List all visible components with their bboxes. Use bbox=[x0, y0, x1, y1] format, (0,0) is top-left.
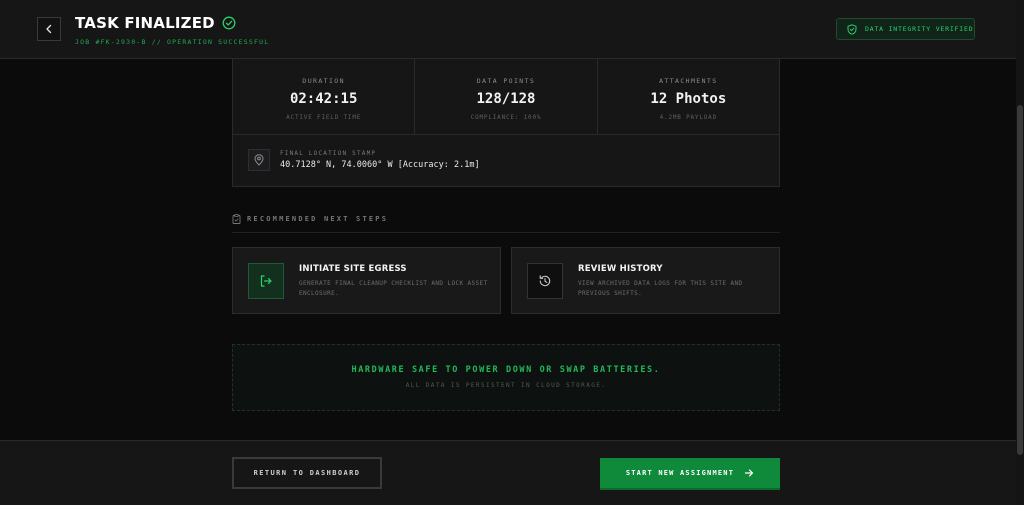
stat-attachments: ATTACHMENTS 12 Photos 4.2MB PAYLOAD bbox=[598, 59, 779, 134]
stat-value: 128/128 bbox=[476, 91, 536, 107]
step-text: INITIATE SITE EGRESS GENERATE FINAL CLEA… bbox=[299, 264, 489, 299]
scrollbar-thumb[interactable] bbox=[1017, 105, 1023, 455]
stats-row: DURATION 02:42:15 ACTIVE FIELD TIME DATA… bbox=[233, 59, 779, 135]
location-label: FINAL LOCATION STAMP bbox=[280, 150, 377, 157]
power-down-notice: HARDWARE SAFE TO POWER DOWN OR SWAP BATT… bbox=[232, 344, 780, 411]
stat-sub: COMPLIANCE: 100% bbox=[470, 114, 542, 121]
stat-label: DURATION bbox=[302, 77, 345, 85]
step-title: INITIATE SITE EGRESS bbox=[299, 264, 407, 274]
title-row: TASK FINALIZED bbox=[75, 14, 269, 32]
location-stamp: FINAL LOCATION STAMP 40.7128° N, 74.0060… bbox=[233, 135, 779, 185]
stat-data-points: DATA POINTS 128/128 COMPLIANCE: 100% bbox=[415, 59, 598, 134]
integrity-badge-label: DATA INTEGRITY VERIFIED bbox=[865, 25, 974, 33]
stat-label: DATA POINTS bbox=[476, 77, 536, 85]
history-icon bbox=[539, 275, 551, 287]
step-description: GENERATE FINAL CLEANUP CHECKLIST AND LOC… bbox=[299, 280, 488, 297]
page-title: TASK FINALIZED bbox=[75, 14, 215, 32]
chevron-left-icon bbox=[46, 24, 52, 34]
next-steps-header: RECOMMENDED NEXT STEPS bbox=[232, 214, 780, 233]
clipboard-icon bbox=[232, 214, 241, 224]
section-title: RECOMMENDED NEXT STEPS bbox=[247, 215, 389, 223]
stat-value: 02:42:15 bbox=[289, 91, 358, 107]
egress-icon-box bbox=[248, 263, 284, 299]
header-bar: TASK FINALIZED JOB #FK-2930-B // OPERATI… bbox=[0, 0, 1016, 59]
arrow-right-icon bbox=[745, 469, 754, 477]
integrity-badge: DATA INTEGRITY VERIFIED bbox=[836, 18, 975, 40]
scrollbar-track[interactable] bbox=[1016, 0, 1024, 505]
title-block: TASK FINALIZED JOB #FK-2930-B // OPERATI… bbox=[75, 14, 269, 46]
stat-label: ATTACHMENTS bbox=[659, 77, 718, 85]
start-button-label: START NEW ASSIGNMENT bbox=[625, 469, 735, 477]
step-card-review-history[interactable]: REVIEW HISTORY VIEW ARCHIVED DATA LOGS F… bbox=[511, 247, 780, 314]
stat-sub: ACTIVE FIELD TIME bbox=[286, 114, 362, 121]
location-icon-box bbox=[248, 149, 270, 171]
back-button[interactable] bbox=[37, 17, 61, 41]
step-title: REVIEW HISTORY bbox=[578, 264, 663, 274]
stat-duration: DURATION 02:42:15 ACTIVE FIELD TIME bbox=[233, 59, 416, 134]
step-description: VIEW ARCHIVED DATA LOGS FOR THIS SITE AN… bbox=[578, 280, 743, 297]
step-card-site-egress[interactable]: INITIATE SITE EGRESS GENERATE FINAL CLEA… bbox=[232, 247, 501, 314]
exit-icon bbox=[260, 275, 272, 287]
shield-check-icon bbox=[847, 23, 857, 35]
location-text: FINAL LOCATION STAMP 40.7128° N, 74.0060… bbox=[280, 150, 480, 170]
summary-card: DURATION 02:42:15 ACTIVE FIELD TIME DATA… bbox=[232, 59, 780, 187]
history-icon-box bbox=[527, 263, 563, 299]
map-pin-icon bbox=[254, 154, 264, 166]
return-to-dashboard-button[interactable]: RETURN TO DASHBOARD bbox=[232, 457, 382, 489]
power-notice-sub: ALL DATA IS PERSISTENT IN CLOUD STORAGE. bbox=[405, 382, 607, 389]
start-new-assignment-button[interactable]: START NEW ASSIGNMENT bbox=[600, 458, 780, 490]
job-subtitle: JOB #FK-2930-B // OPERATION SUCCESSFUL bbox=[75, 38, 270, 46]
stat-sub: 4.2MB PAYLOAD bbox=[659, 114, 717, 121]
task-finalized-screen: TASK FINALIZED JOB #FK-2930-B // OPERATI… bbox=[0, 0, 1024, 505]
location-value: 40.7128° N, 74.0060° W [Accuracy: 2.1m] bbox=[280, 160, 480, 170]
check-circle-icon bbox=[222, 16, 236, 30]
stat-value: 12 Photos bbox=[650, 91, 727, 107]
step-text: REVIEW HISTORY VIEW ARCHIVED DATA LOGS F… bbox=[578, 264, 768, 299]
power-notice-main: HARDWARE SAFE TO POWER DOWN OR SWAP BATT… bbox=[351, 365, 661, 375]
footer-bar: RETURN TO DASHBOARD START NEW ASSIGNMENT bbox=[0, 440, 1016, 505]
